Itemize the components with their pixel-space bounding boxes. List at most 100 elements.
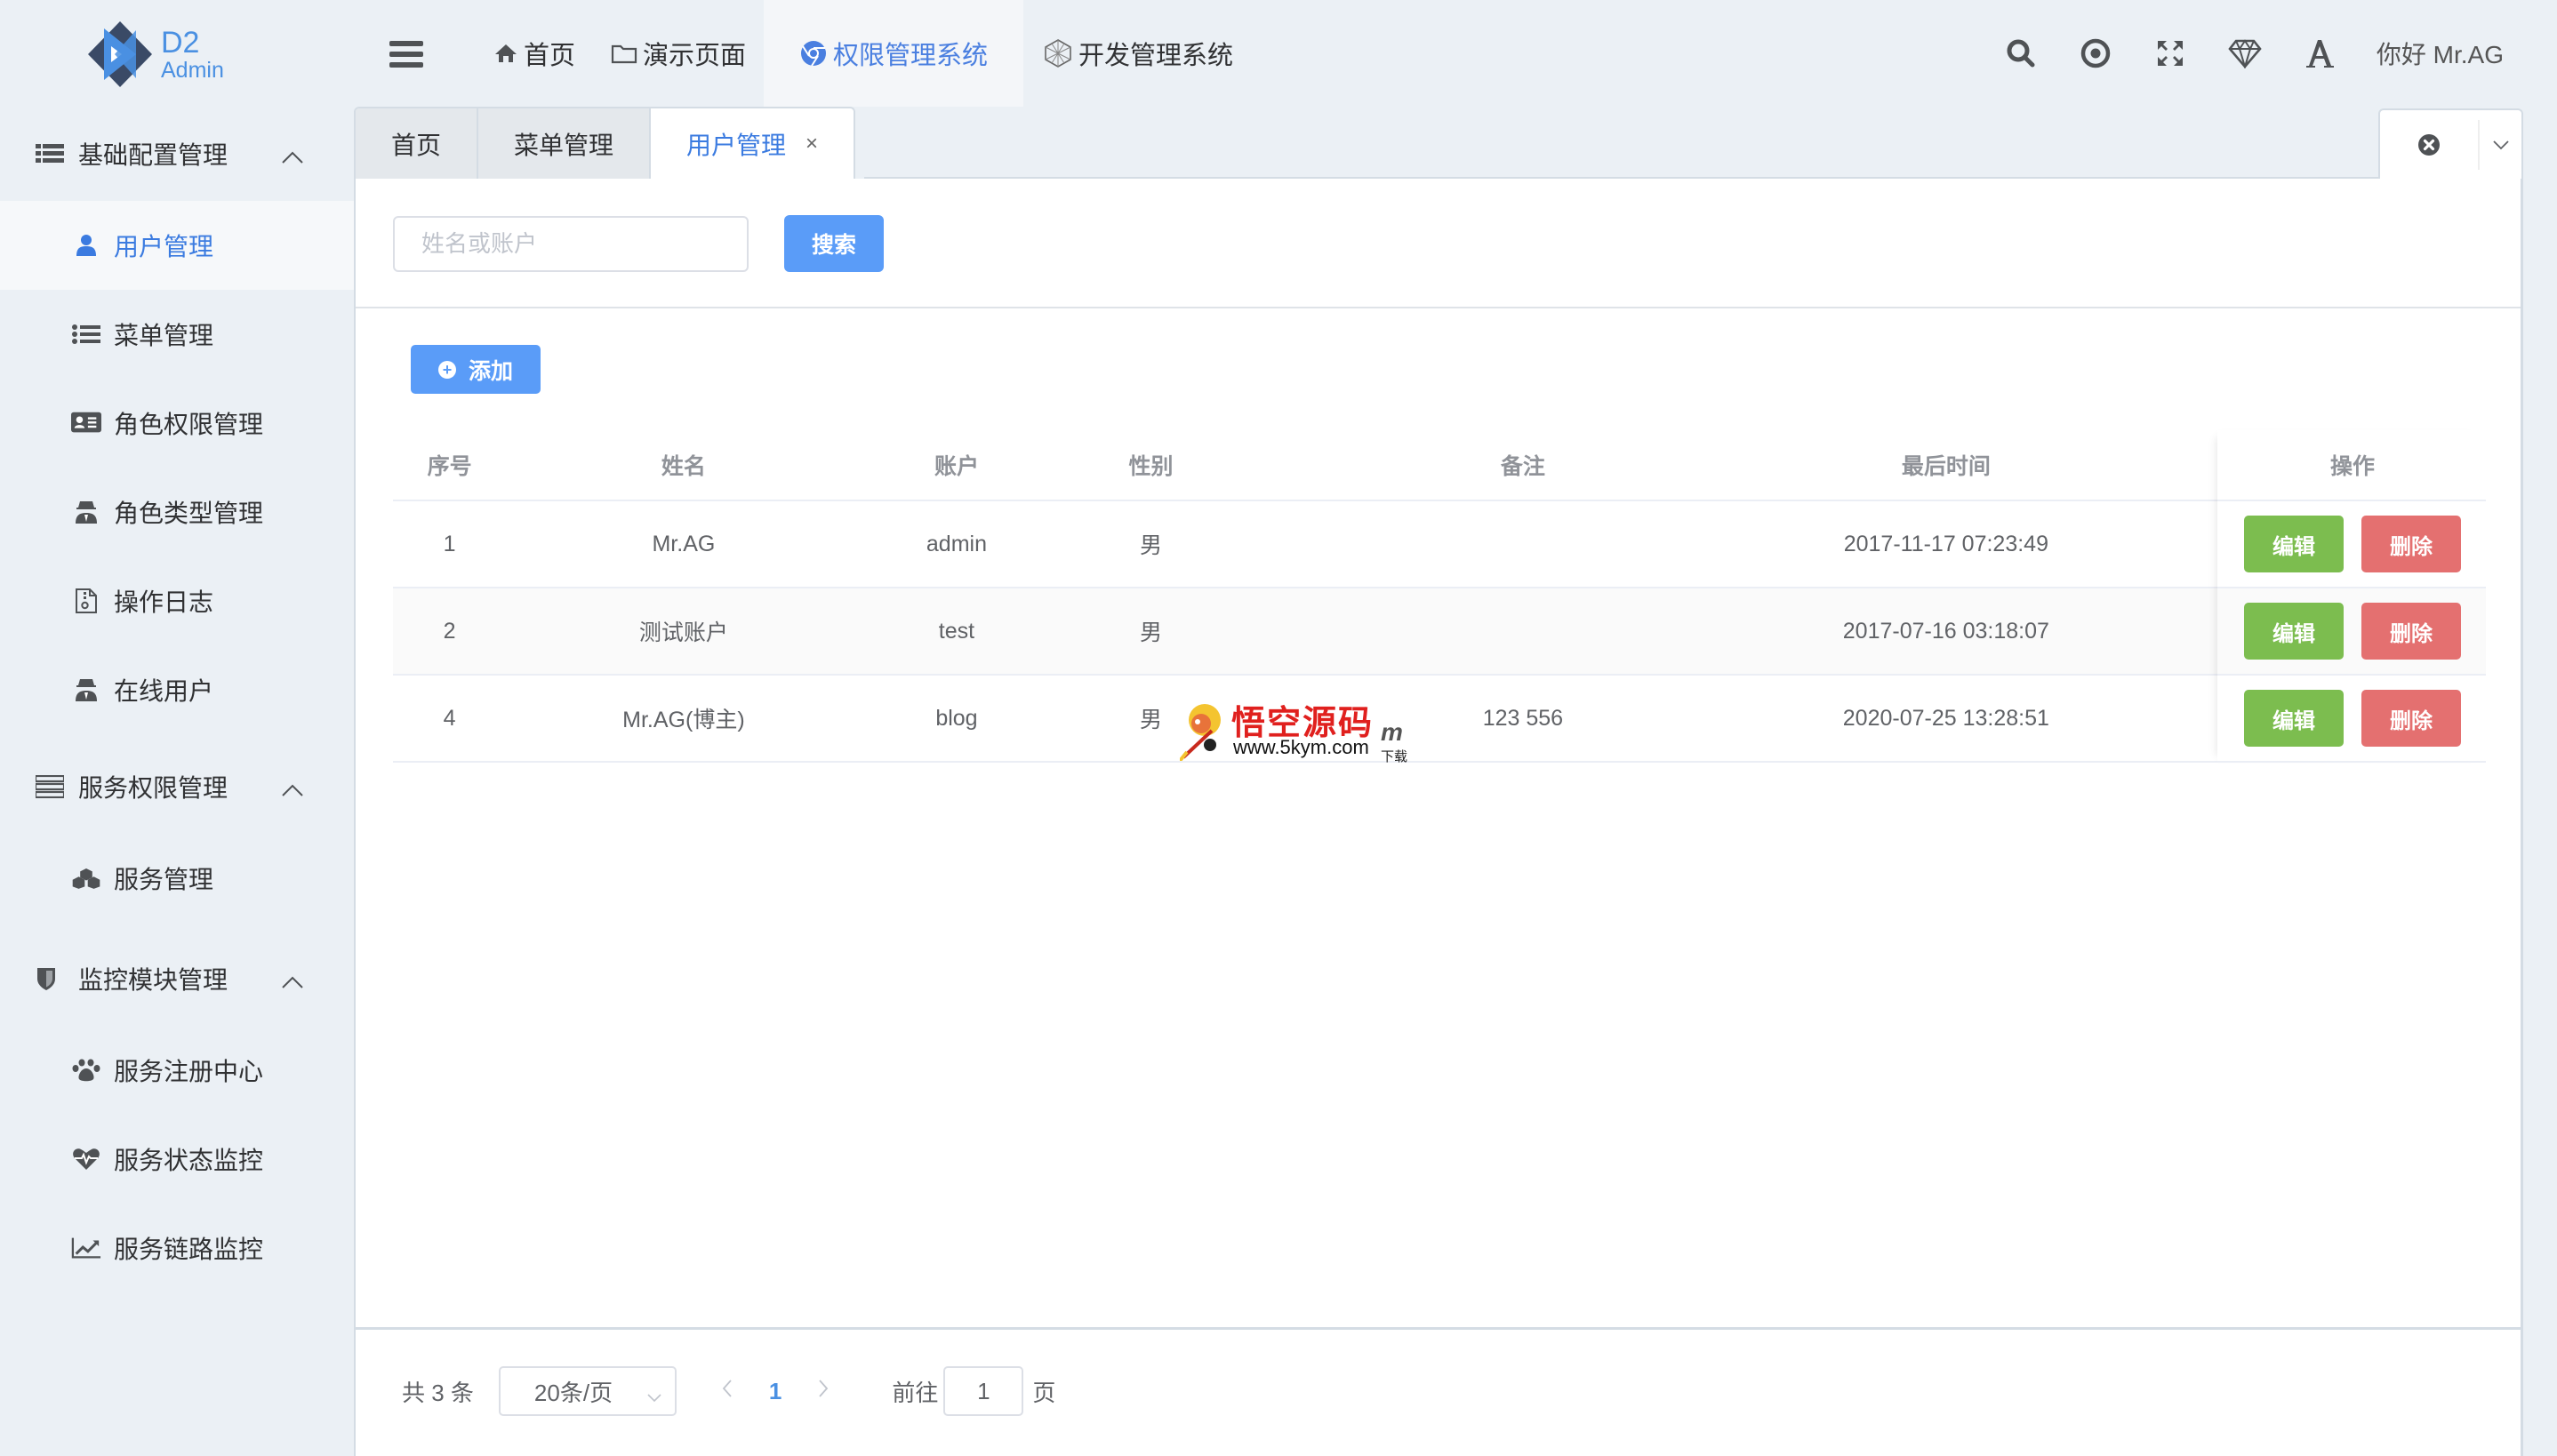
- top-header: D2 Admin 首页 演示页面 权限管理系统 开发管理系统 你好 Mr.AG: [0, 0, 2557, 107]
- font-icon[interactable]: [2302, 36, 2337, 71]
- cell-id: 4: [443, 705, 456, 731]
- user-icon: [71, 234, 101, 257]
- nav-item-permission-system[interactable]: 权限管理系统: [764, 0, 1024, 107]
- page-tabs: 首页 菜单管理 用户管理 ×: [354, 107, 856, 179]
- sidebar-item-online-users[interactable]: 在线用户: [0, 645, 354, 734]
- diamond-icon[interactable]: [2227, 36, 2263, 71]
- nav-item-home[interactable]: 首页: [476, 0, 593, 107]
- logo-title: D2: [161, 25, 200, 60]
- cell-name: Mr.AG(博主): [622, 708, 745, 732]
- prev-page-button[interactable]: [721, 1378, 733, 1405]
- tab-menu-management[interactable]: 菜单管理: [478, 108, 652, 179]
- table-header: 序号 姓名 账户 性别 备注 最后时间 操作: [393, 430, 2486, 501]
- column-header: 备注: [1500, 454, 1545, 479]
- chevron-up-icon: [281, 142, 304, 171]
- target-icon[interactable]: [2078, 36, 2113, 71]
- cell-id: 2: [443, 618, 456, 644]
- chevron-up-icon: [281, 775, 304, 804]
- column-header: 姓名: [661, 454, 706, 479]
- sidebar-item-operation-log[interactable]: 操作日志: [0, 556, 354, 645]
- cell-gender: 男: [1140, 620, 1163, 645]
- search-form: 搜索: [393, 215, 884, 272]
- heartbeat-icon: [71, 1148, 101, 1171]
- list-ul-icon: [71, 324, 101, 345]
- home-icon: [493, 43, 518, 64]
- search-icon[interactable]: [2003, 36, 2039, 71]
- cell-last-time: 2017-07-16 03:18:07: [1842, 618, 2049, 644]
- cell-id: 1: [443, 531, 456, 556]
- sidebar: 基础配置管理 用户管理 菜单管理 角色权限管理 角色类型管理 操作日志 在线用户…: [0, 107, 354, 1456]
- plus-circle-icon: +: [437, 360, 456, 379]
- chevron-left-icon: [722, 1379, 732, 1397]
- goto-label: 前往: [892, 1379, 939, 1406]
- d2-logo-icon: [88, 21, 152, 87]
- tab-user-management[interactable]: 用户管理 ×: [651, 108, 854, 179]
- add-user-button[interactable]: + 添加: [411, 345, 541, 394]
- footer-divider: [356, 1327, 2521, 1330]
- column-header: 最后时间: [1901, 454, 1991, 479]
- user-secret-icon: [71, 677, 101, 702]
- paw-icon: [71, 1059, 101, 1082]
- cell-gender: 男: [1140, 533, 1163, 558]
- line-chart-icon: [71, 1236, 101, 1260]
- sidebar-group-basic-config[interactable]: 基础配置管理: [0, 107, 354, 201]
- sidebar-group-service-permission[interactable]: 服务权限管理: [0, 740, 354, 834]
- column-header: 序号: [427, 454, 472, 479]
- search-button[interactable]: 搜索: [784, 215, 884, 272]
- cell-account: blog: [935, 705, 978, 731]
- shield-icon: [36, 966, 66, 991]
- user-greeting-menu[interactable]: 你好 Mr.AG: [2377, 36, 2504, 71]
- next-page-button[interactable]: [817, 1378, 830, 1405]
- cell-last-time: 2020-07-25 13:28:51: [1842, 705, 2049, 731]
- sidebar-item-service-trace[interactable]: 服务链路监控: [0, 1204, 354, 1292]
- cell-name: Mr.AG: [652, 531, 716, 556]
- page-size-select[interactable]: 20条/页: [498, 1366, 677, 1416]
- sidebar-item-user-management[interactable]: 用户管理: [0, 201, 354, 290]
- user-secret-icon: [71, 500, 101, 524]
- fullscreen-icon[interactable]: [2152, 36, 2188, 71]
- sidebar-item-menu-management[interactable]: 菜单管理: [0, 290, 354, 379]
- chevron-up-icon: [281, 967, 304, 996]
- table-row: 1 Mr.AG admin 男 2017-11-17 07:23:49 编辑 删…: [393, 501, 2486, 588]
- server-icon: [36, 775, 66, 798]
- file-archive-icon: [71, 588, 101, 614]
- page-suffix: 页: [1032, 1379, 1056, 1406]
- cell-account: admin: [926, 531, 987, 556]
- chevron-down-icon: [646, 1382, 662, 1410]
- main-content: 搜索 + 添加 序号 姓名 账户 性别 备注 最后时间 操作 1 Mr.AG a…: [354, 179, 2523, 1456]
- menu-toggle-button[interactable]: [389, 41, 423, 69]
- sidebar-item-role-type[interactable]: 角色类型管理: [0, 468, 354, 556]
- pagination: 共 3 条 20条/页 1 前往 页: [402, 1366, 1055, 1416]
- chevron-right-icon: [819, 1379, 829, 1397]
- header-actions: 你好 Mr.AG: [2003, 0, 2504, 107]
- logo[interactable]: D2 Admin: [84, 20, 244, 89]
- cell-last-time: 2017-11-17 07:23:49: [1843, 531, 2048, 556]
- folder-icon: [611, 43, 637, 64]
- sidebar-item-service-registry[interactable]: 服务注册中心: [0, 1026, 354, 1115]
- list-icon: [36, 142, 66, 165]
- cell-remark: 123 556: [1482, 705, 1564, 731]
- tab-controls: [2378, 108, 2523, 179]
- close-all-tabs-button[interactable]: [2380, 133, 2478, 156]
- close-icon[interactable]: ×: [806, 132, 818, 156]
- nav-item-dev-system[interactable]: 开发管理系统: [1023, 0, 1251, 107]
- chevron-down-icon: [2492, 140, 2509, 149]
- table-row: 4 Mr.AG(博主) blog 男 123 556 2020-07-25 13…: [393, 676, 2486, 763]
- user-table: 序号 姓名 账户 性别 备注 最后时间 操作 1 Mr.AG admin 男 2…: [393, 430, 2486, 763]
- sidebar-group-monitoring[interactable]: 监控模块管理: [0, 932, 354, 1026]
- sidebar-item-role-permission[interactable]: 角色权限管理: [0, 379, 354, 468]
- search-input[interactable]: [393, 215, 749, 272]
- cell-account: test: [938, 618, 975, 644]
- column-header: 账户: [934, 454, 979, 479]
- sidebar-item-service-management[interactable]: 服务管理: [0, 834, 354, 923]
- cell-gender: 男: [1140, 708, 1163, 732]
- sidebar-item-service-status[interactable]: 服务状态监控: [0, 1115, 354, 1204]
- id-card-icon: [71, 412, 101, 435]
- page-number[interactable]: 1: [769, 1378, 782, 1405]
- logo-subtitle: Admin: [161, 57, 224, 83]
- tabs-dropdown-button[interactable]: [2480, 140, 2521, 150]
- nav-item-demo[interactable]: 演示页面: [593, 0, 764, 107]
- fixed-actions-column-shadow: [2217, 430, 2486, 763]
- tab-home[interactable]: 首页: [356, 108, 479, 179]
- goto-page-input[interactable]: [943, 1366, 1024, 1416]
